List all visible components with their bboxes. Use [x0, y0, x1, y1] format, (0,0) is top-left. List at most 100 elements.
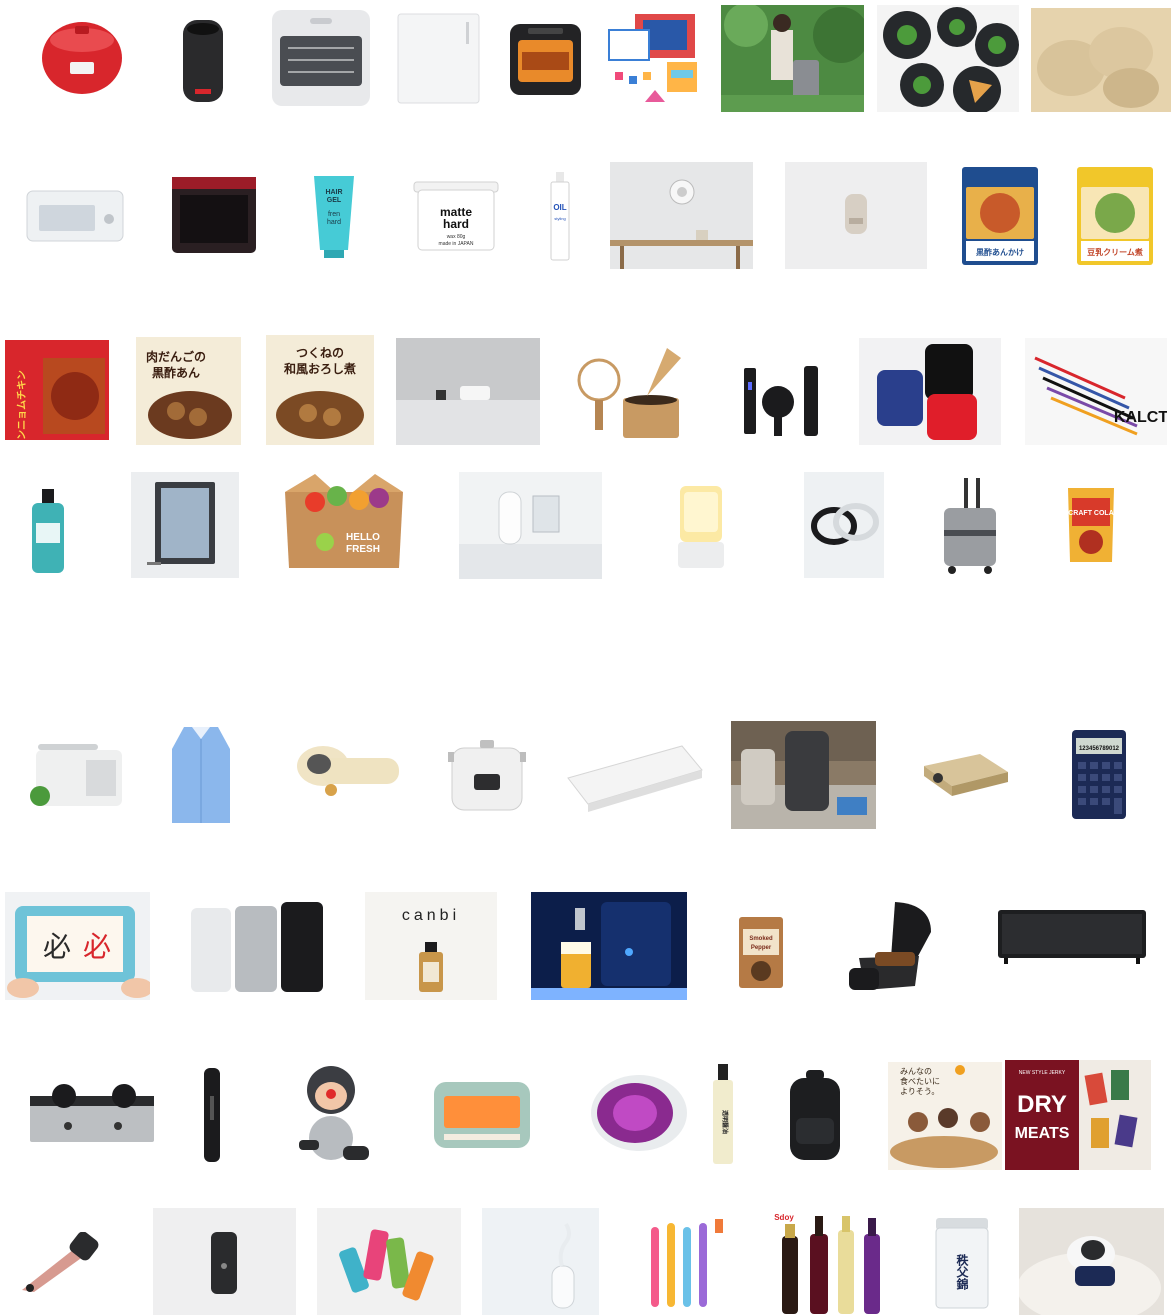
wine-brand-label: Sdoy	[774, 1213, 794, 1222]
black-storage-bench-image	[996, 908, 1148, 966]
hello-fresh-box-image: HELLO FRESH	[275, 472, 413, 570]
canbi-serum-image: canbi	[365, 892, 497, 1000]
outdoor-suitcase-photo	[721, 5, 864, 112]
teal-body-wash-bottle-image	[28, 487, 68, 575]
craft-cola-bag-image: CRAFT COLA	[1064, 484, 1118, 564]
gas-stove-image	[28, 1082, 156, 1144]
travel-backpack-photo	[731, 721, 876, 829]
wall-hook-device-photo	[785, 162, 927, 269]
glitter-eyeshadow-image	[585, 1073, 688, 1153]
hair-gel-label-3: fren	[328, 211, 340, 218]
ad-line-1: みんなの	[900, 1067, 932, 1076]
blue-dress-shirt-image	[170, 725, 232, 825]
dishwasher-image	[270, 8, 372, 108]
hello-fresh-label-2: FRESH	[346, 544, 380, 555]
tea-canister-image: 秩父錦	[932, 1216, 992, 1310]
black-device-set-image	[742, 362, 822, 438]
pack-b-label: 豆乳クリーム煮	[1087, 247, 1143, 257]
toaster-mint-image	[432, 1076, 532, 1151]
tsukune-pack-image: つくねの 和風おろし煮	[266, 335, 374, 445]
hair-gel-label-1: HAIR	[325, 189, 342, 196]
air-fryer-oven-image	[508, 22, 583, 97]
smoked-pepper-pack-image: Smoked Pepper	[737, 915, 785, 990]
companion-robot-image	[293, 1062, 371, 1166]
wall-speaker-room-photo	[610, 162, 753, 269]
meatball-black-vinegar-pack-image: 肉だんごの 黒酢あん	[136, 337, 241, 445]
niku-label-2: 黒酢あん	[152, 365, 200, 380]
meal-kit-pack-black-vinegar-image: 黒酢あんかけ	[960, 165, 1040, 267]
bedside-lamp-image	[676, 482, 726, 572]
aroma-diffuser-photo	[482, 1208, 599, 1315]
white-foam-pad-image	[562, 742, 704, 812]
matte-label-2: hard	[443, 217, 469, 231]
dog-on-bed-photo	[1019, 1208, 1164, 1315]
hair-gel-tube-image: HAIR GEL fren hard	[310, 172, 358, 260]
microwave-oven-image	[170, 175, 258, 255]
black-backpack-image	[786, 1068, 844, 1162]
kalct-label: KALCT	[1114, 409, 1167, 426]
school-backpacks-photo	[859, 338, 1001, 445]
hair-gel-label-4: hard	[327, 219, 341, 226]
matte-hard-wax-jar-image: matte hard wax 80g made in JAPAN	[410, 180, 502, 252]
oil-label-1: OIL	[553, 203, 566, 212]
kids-tablet-photo: 必必	[5, 892, 150, 1000]
smart-rings-image	[804, 472, 884, 578]
calculator-navy-image: 123456789012	[1070, 728, 1128, 821]
digital-photo-frame-image	[131, 472, 239, 578]
three-canisters-image	[187, 898, 327, 994]
red-electric-cooker-image	[40, 18, 125, 98]
tsukune-label-1: つくねの	[296, 346, 344, 360]
mini-fridge-image	[396, 12, 481, 105]
dry-label-2: MEATS	[1015, 1125, 1070, 1142]
kanji-a-label: 必	[43, 931, 71, 962]
oil-styling-bottle-image: OIL styling	[548, 170, 572, 262]
toaster-oven-white-image	[25, 185, 125, 245]
smoked-label-1: Smoked	[749, 936, 773, 942]
smoked-label-2: Pepper	[751, 945, 772, 951]
kanji-b-label: 必	[83, 931, 111, 962]
dry-small-label: NEW STYLE JERKY	[1019, 1070, 1066, 1076]
clear-soy-sauce-bottle-image: 透明醤油	[710, 1062, 736, 1166]
umbrellas-kalct-image: KALCT	[1025, 338, 1167, 445]
mini-projector-image	[178, 15, 228, 105]
ad-line-3: よりそう。	[900, 1087, 939, 1096]
dry-label-1: DRY	[1017, 1091, 1067, 1118]
hair-gel-label-2: GEL	[327, 197, 342, 204]
beer-server-photo	[531, 892, 687, 1000]
wooden-gramophone-model-image	[575, 340, 685, 445]
matte-label-4: made in JAPAN	[439, 241, 474, 247]
kids-toothbrushes-image	[645, 1215, 731, 1310]
massage-chair-image	[845, 898, 940, 996]
oil-label-2: styling	[554, 216, 565, 221]
pack-a-label: 黒酢あんかけ	[976, 247, 1024, 257]
soy-label: 透明醤油	[721, 1110, 729, 1134]
hair-iron-image	[200, 1066, 224, 1164]
handheld-vacuum-image	[18, 1232, 100, 1294]
hello-fresh-label-1: HELLO	[346, 532, 380, 543]
niku-label-1: 肉だんごの	[146, 349, 206, 364]
meal-kit-pack-soy-milk-image: 豆乳クリーム煮	[1075, 165, 1155, 267]
mini-projector-gold-image	[918, 752, 1010, 798]
humidifier-room-photo	[459, 472, 602, 579]
rice-balls-photo	[1031, 8, 1171, 112]
portable-power-station-image	[28, 742, 124, 808]
yangnyeom-chicken-pack-image: ヤンニョムチキン	[5, 340, 109, 440]
pressure-cooker-image	[446, 738, 528, 813]
salad-plates-photo	[877, 5, 1019, 112]
spray-bottles-photo	[317, 1208, 461, 1315]
kids-educational-kit-image	[605, 10, 705, 110]
yangnyeom-label: ヤンニョムチキン	[16, 370, 28, 440]
calculator-display: 123456789012	[1079, 746, 1120, 752]
dry-meats-jerky-ad-image: NEW STYLE JERKY DRY MEATS	[1005, 1060, 1151, 1170]
wine-bottles-image: Sdoy	[770, 1210, 885, 1315]
smart-lock-photo	[153, 1208, 296, 1315]
rolling-suitcase-image	[940, 476, 1000, 576]
family-meal-ad-photo: みんなの 食べたいに よりそう。	[888, 1062, 1002, 1170]
craft-cola-label: CRAFT COLA	[1068, 510, 1114, 517]
pot-on-table-photo	[396, 338, 540, 445]
handheld-device-image	[293, 742, 403, 802]
matte-label-3: wax 80g	[447, 234, 466, 240]
tsukune-label-2: 和風おろし煮	[283, 361, 356, 376]
tea-label: 秩父錦	[955, 1253, 969, 1291]
ad-line-2: 食べたいに	[900, 1076, 940, 1086]
